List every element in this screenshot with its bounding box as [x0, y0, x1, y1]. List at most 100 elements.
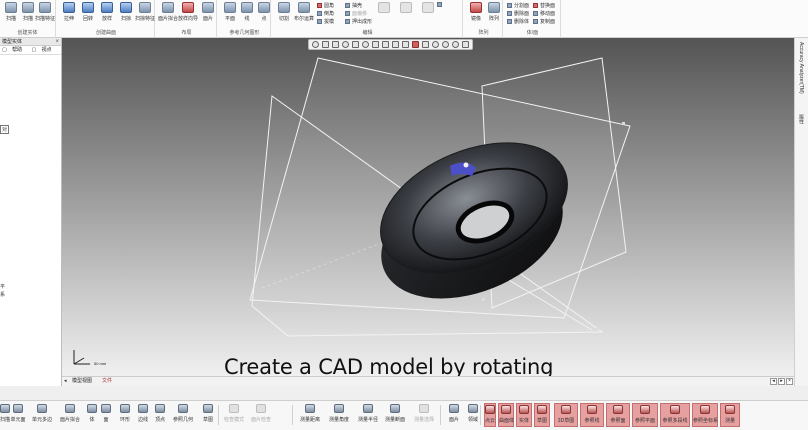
section-icon[interactable] [372, 41, 379, 48]
cmd-button-10[interactable]: 草图 [198, 403, 218, 427]
ribbon-small-emboss[interactable]: 押出成形 [345, 18, 372, 25]
fit-icon[interactable] [332, 41, 339, 48]
cmd-button-7[interactable]: 边线 [136, 403, 150, 427]
cmd-button-20[interactable]: 点云 [484, 403, 496, 427]
ribbon-button-boolean[interactable]: 布尔运算 [293, 2, 315, 26]
toolbar-separator [440, 405, 441, 425]
cmd-button-27[interactable]: 参照平面 [632, 403, 658, 427]
tree-item-2[interactable]: 平 [0, 283, 5, 290]
tab-arrow-left-icon[interactable]: ◂ [64, 377, 67, 386]
ribbon-toolbar: 扫描 扫描 扫描特征 创建实体 拉伸 回转 放样 扫掠 扫掠特征 创建曲面 面片… [0, 0, 808, 38]
cmd-button-15[interactable]: 测量半径 [356, 403, 380, 427]
ribbon-small-chamfer[interactable]: 倒角 [317, 10, 334, 17]
model-scene[interactable] [62, 38, 794, 376]
light-icon[interactable] [402, 41, 409, 48]
rotate-icon[interactable] [362, 41, 369, 48]
cmd-button-3[interactable]: 面片拟合 [56, 403, 84, 427]
ribbon-button-point[interactable]: 点 [253, 2, 275, 26]
cmd-button-21[interactable]: 曲面体 [498, 403, 514, 427]
nav-close-icon[interactable]: × [786, 378, 793, 385]
ribbon-button-mesh-fit[interactable]: 面片拟合 [157, 2, 179, 26]
ribbon-small-delete-body[interactable]: 删除体 [507, 18, 529, 25]
ribbon-button-edit-c[interactable] [417, 2, 439, 26]
hide-icon[interactable] [462, 41, 469, 48]
ribbon-button-scan-feature[interactable]: 扫描特征 [34, 2, 56, 26]
cmd-button-4[interactable]: 体 [86, 403, 98, 427]
cmd-button-1[interactable]: 单元面 [8, 403, 28, 427]
cmd-button-18[interactable]: 面片 [446, 403, 462, 427]
measure-icon[interactable] [432, 41, 439, 48]
ribbon-button-pattern[interactable]: 阵列 [483, 2, 505, 26]
cmd-button-19[interactable]: 领域 [464, 403, 482, 427]
accuracy-analyzer-tab[interactable]: Accuracy Analyzer(TM) [798, 42, 804, 94]
cmd-button-14[interactable]: 测量角度 [324, 403, 354, 427]
ribbon-small-move-face[interactable]: 移动面 [533, 10, 555, 17]
plane-handle[interactable] [622, 122, 625, 125]
plane-handle[interactable] [596, 328, 599, 331]
probe-icon[interactable] [442, 41, 449, 48]
tab-file[interactable]: 文件 [102, 377, 112, 386]
ribbon-small-shell[interactable]: 抽壳 [345, 2, 362, 9]
cmd-button-8[interactable]: 顶点 [152, 403, 168, 427]
ribbon-button-sweep-feature[interactable]: 扫掠特征 [134, 2, 156, 26]
ribbon-small-copy-face[interactable]: 复制面 [533, 18, 555, 25]
display-icon[interactable] [382, 41, 389, 48]
ribbon-button-edit-a[interactable] [373, 2, 395, 26]
status-area [0, 386, 808, 400]
cmd-button-30[interactable]: 测量 [720, 403, 740, 427]
render-icon[interactable] [392, 41, 399, 48]
panel-title: 模型实体 [2, 39, 23, 45]
nav-next-icon[interactable]: ▸ [778, 378, 785, 385]
command-icon [390, 404, 400, 413]
tree-item-1[interactable]: 对 [0, 125, 10, 134]
cmd-button-2[interactable]: 单元多边 [30, 403, 54, 427]
ribbon-small-edit-d[interactable] [437, 2, 444, 9]
scale-label: 50 mm [94, 361, 107, 366]
cmd-button-9[interactable]: 参照几何 [170, 403, 196, 427]
zoom-icon[interactable] [342, 41, 349, 48]
command-icon [519, 405, 529, 414]
cmd-button-12[interactable]: 面片检查 [248, 403, 274, 427]
texture-icon[interactable] [422, 41, 429, 48]
tab-viewpoint[interactable]: ▢ 视点 [32, 47, 56, 53]
cmd-button-6[interactable]: 环形 [116, 403, 134, 427]
close-icon[interactable]: × [55, 38, 59, 46]
command-icon [155, 404, 165, 413]
3d-viewport[interactable]: 50 mm Create a CAD model by rotating [62, 38, 794, 376]
cmd-button-28[interactable]: 参照多段线 [660, 403, 690, 427]
cmd-button-25[interactable]: 参照线 [580, 403, 604, 427]
cmd-button-23[interactable]: 草图 [534, 403, 550, 427]
tab-model-view[interactable]: 模型视图 [72, 377, 92, 386]
ribbon-button-patch[interactable]: 面片 [197, 2, 219, 26]
edit-icon [400, 2, 412, 13]
cmd-button-22[interactable]: 实体 [516, 403, 532, 427]
command-icon [101, 404, 111, 413]
view-icon[interactable] [322, 41, 329, 48]
cmd-button-16[interactable]: 测量断面 [382, 403, 408, 427]
tree-item-3[interactable]: 系 [0, 291, 5, 298]
tab-help[interactable]: ▢ 帮助 [2, 47, 26, 53]
cmd-button-11[interactable]: 检查模式 [222, 403, 246, 427]
ribbon-small-offset-face[interactable]: 面偏移 [345, 10, 367, 17]
ribbon-button-edit-b[interactable] [395, 2, 417, 26]
select-icon[interactable] [312, 41, 319, 48]
ribbon-small-fillet[interactable]: 圆角 [317, 2, 334, 9]
cmd-button-5[interactable]: 面 [100, 403, 112, 427]
ribbon-small-delete-face[interactable]: 删除面 [507, 10, 529, 17]
cmd-button-24[interactable]: 3D草图 [554, 403, 578, 427]
ribbon-small-split-face[interactable]: 分割面 [507, 2, 529, 9]
pan-icon[interactable] [352, 41, 359, 48]
ribbon-button-cut[interactable]: 切割 [273, 2, 295, 26]
cmd-button-13[interactable]: 测量距离 [298, 403, 322, 427]
cmd-button-17[interactable]: 测量选择 [410, 403, 438, 427]
nav-prev-icon[interactable]: ◂ [770, 378, 777, 385]
cmd-button-29[interactable]: 参照坐标系 [692, 403, 718, 427]
ribbon-small-draft[interactable]: 拔模 [317, 18, 334, 25]
properties-tab[interactable]: 属性 [798, 114, 805, 124]
cmd-button-26[interactable]: 参照面 [606, 403, 630, 427]
plane-handle[interactable] [482, 298, 485, 301]
ribbon-button-loft-wizard[interactable]: 放样向导 [177, 2, 199, 26]
color-icon[interactable] [412, 41, 419, 48]
ribbon-small-replace-face[interactable]: 替换面 [533, 2, 555, 9]
ref-icon[interactable] [452, 41, 459, 48]
